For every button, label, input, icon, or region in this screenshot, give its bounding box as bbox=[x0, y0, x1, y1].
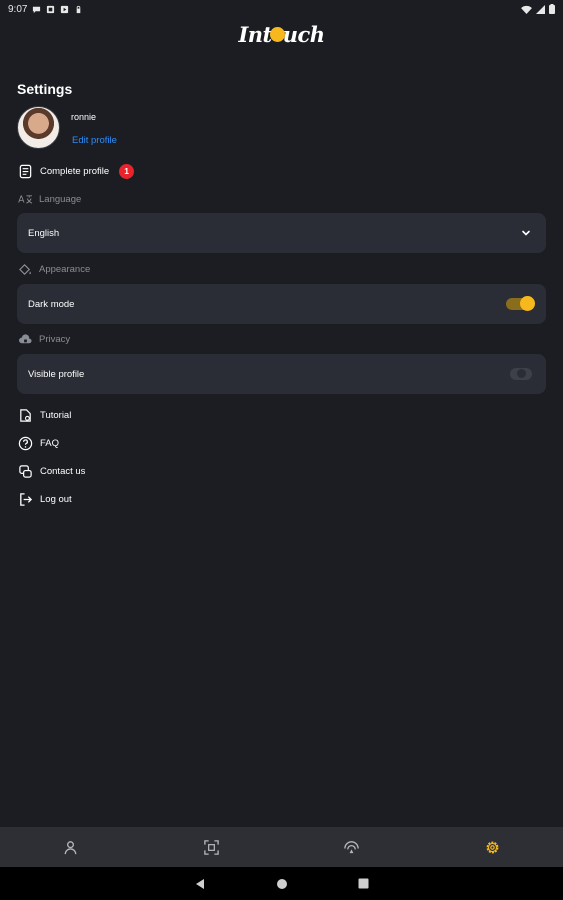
visible-profile-row: Visible profile bbox=[17, 354, 546, 394]
checklist-icon bbox=[19, 164, 32, 179]
chevron-down-icon bbox=[522, 230, 530, 236]
profile-icon bbox=[64, 840, 77, 854]
language-section-label: A Language bbox=[18, 193, 81, 206]
status-left: 9:07 bbox=[8, 4, 83, 15]
recents-icon[interactable] bbox=[358, 878, 369, 889]
edit-profile-link[interactable]: Edit profile bbox=[72, 135, 117, 146]
cloud-lock-icon bbox=[19, 334, 32, 344]
avatar[interactable] bbox=[17, 106, 60, 149]
complete-profile-label: Complete profile bbox=[40, 166, 110, 177]
scan-icon bbox=[203, 839, 219, 855]
signal-icon bbox=[536, 4, 545, 14]
system-nav-bar bbox=[0, 867, 563, 900]
back-icon[interactable] bbox=[194, 878, 206, 890]
home-icon[interactable] bbox=[276, 878, 288, 890]
contact-icon bbox=[19, 465, 32, 478]
bottom-nav bbox=[0, 827, 563, 867]
faq-item[interactable]: FAQ bbox=[18, 436, 59, 451]
language-icon: A bbox=[18, 194, 33, 205]
log-out-label: Log out bbox=[40, 494, 72, 505]
visible-profile-toggle[interactable] bbox=[510, 368, 532, 380]
tutorial-item[interactable]: Tutorial bbox=[18, 408, 71, 423]
nav-nearby[interactable] bbox=[282, 827, 423, 867]
privacy-label: Privacy bbox=[39, 334, 71, 345]
status-bar: 9:07 bbox=[0, 0, 563, 18]
nav-scan[interactable] bbox=[141, 827, 282, 867]
media-icon bbox=[61, 5, 69, 13]
faq-label: FAQ bbox=[40, 438, 60, 449]
help-circle-icon bbox=[18, 436, 33, 451]
privacy-section-label: Privacy bbox=[18, 333, 70, 346]
language-label: Language bbox=[39, 194, 82, 205]
logo-badge-icon bbox=[269, 27, 285, 42]
message-icon bbox=[33, 6, 41, 13]
paint-bucket-icon bbox=[19, 264, 31, 275]
language-value: English bbox=[28, 227, 60, 239]
user-name: ronnie bbox=[71, 112, 97, 122]
complete-profile-item[interactable]: Complete profile 1 bbox=[18, 164, 135, 179]
log-out-item[interactable]: Log out bbox=[18, 492, 72, 507]
svg-text:A: A bbox=[18, 194, 25, 205]
visible-profile-label: Visible profile bbox=[28, 368, 85, 380]
tutorial-icon bbox=[20, 409, 31, 422]
app-logo: Int uch bbox=[0, 22, 563, 47]
wifi-icon bbox=[521, 5, 532, 14]
nav-profile[interactable] bbox=[0, 827, 141, 867]
dark-mode-toggle[interactable] bbox=[506, 296, 535, 311]
status-time: 9:07 bbox=[8, 3, 28, 15]
appearance-section-label: Appearance bbox=[18, 263, 90, 276]
nearby-icon bbox=[344, 840, 360, 853]
dark-mode-row: Dark mode bbox=[17, 284, 546, 324]
dark-mode-label: Dark mode bbox=[28, 298, 75, 310]
page-title: Settings bbox=[17, 81, 73, 97]
lock-icon bbox=[77, 5, 81, 13]
toggle-knob bbox=[516, 368, 527, 379]
settings-gear-icon bbox=[486, 841, 499, 853]
notification-icon bbox=[47, 5, 55, 13]
language-select[interactable]: English bbox=[17, 213, 546, 253]
appearance-label: Appearance bbox=[39, 264, 91, 275]
status-right bbox=[521, 4, 555, 14]
battery-icon bbox=[549, 4, 555, 14]
toggle-knob bbox=[520, 296, 535, 311]
contact-us-label: Contact us bbox=[40, 466, 86, 477]
tutorial-label: Tutorial bbox=[40, 410, 72, 421]
logo-text-left: Int bbox=[238, 22, 272, 47]
logout-icon bbox=[20, 493, 33, 506]
logo-text-right: uch bbox=[282, 22, 325, 47]
contact-us-item[interactable]: Contact us bbox=[18, 464, 85, 479]
nav-settings[interactable] bbox=[422, 827, 563, 867]
notification-badge: 1 bbox=[119, 164, 135, 179]
